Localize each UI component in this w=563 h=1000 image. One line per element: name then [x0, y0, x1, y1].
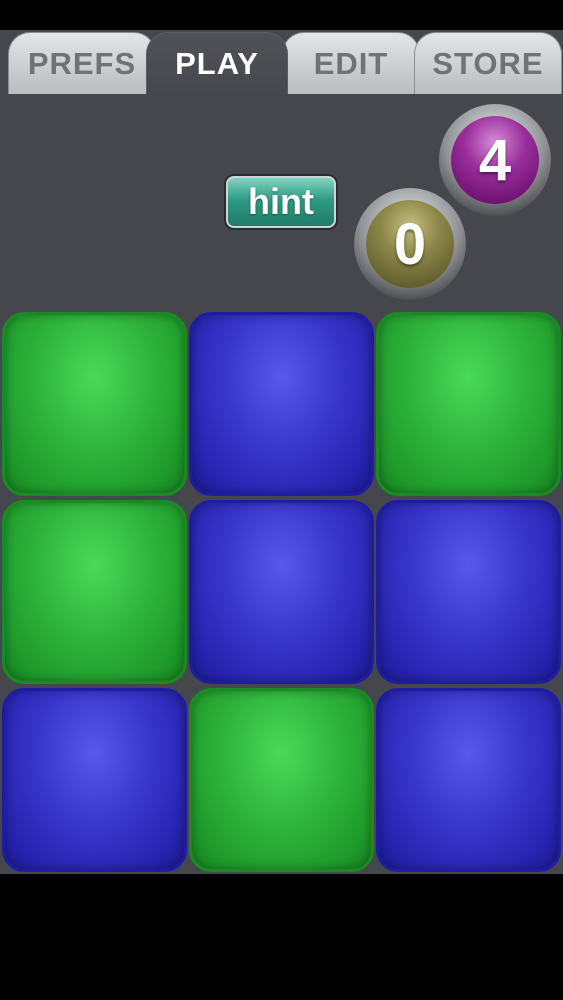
tile-r1-c3[interactable] [376, 312, 561, 496]
moves-counter-value: 4 [451, 116, 539, 204]
tile-r3-c3[interactable] [376, 688, 561, 872]
tab-prefs[interactable]: PREFS [8, 32, 156, 94]
tile-r1-c1[interactable] [2, 312, 187, 496]
tab-store[interactable]: STORE [414, 32, 562, 94]
game-screen: PREFS EDIT STORE PLAY hint 4 0 [0, 0, 563, 1000]
tab-play[interactable]: PLAY [146, 32, 288, 94]
tile-r2-c1[interactable] [2, 500, 187, 684]
tile-grid [0, 312, 563, 874]
tile-r2-c2[interactable] [189, 500, 374, 684]
score-counter-value: 0 [366, 200, 454, 288]
tab-edit[interactable]: EDIT [282, 32, 420, 94]
tab-bar: PREFS EDIT STORE PLAY [0, 30, 563, 94]
tile-r3-c1[interactable] [2, 688, 187, 872]
tile-r1-c2[interactable] [189, 312, 374, 496]
moves-counter-badge: 4 [439, 104, 551, 216]
tile-r3-c2[interactable] [189, 688, 374, 872]
play-area: hint 4 0 [0, 94, 563, 874]
score-counter-badge: 0 [354, 188, 466, 300]
hint-button[interactable]: hint [226, 176, 336, 228]
tile-r2-c3[interactable] [376, 500, 561, 684]
